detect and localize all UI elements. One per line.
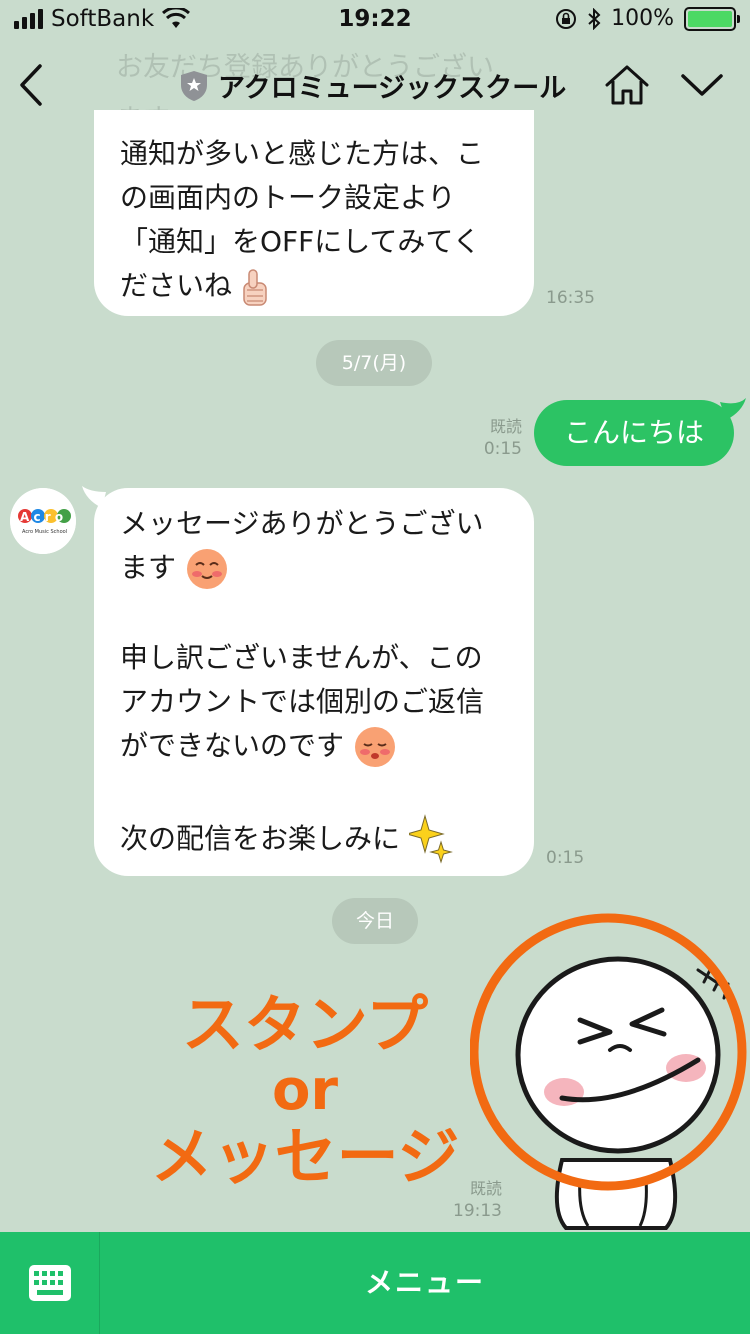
- status-right: 100%: [555, 6, 740, 31]
- blush-face-icon: [186, 549, 227, 589]
- message-line: の画面内のトーク設定より: [120, 181, 456, 214]
- chevron-down-icon[interactable]: [680, 72, 724, 98]
- message-line: ます: [120, 551, 177, 584]
- battery-percent: 100%: [611, 6, 674, 31]
- keyboard-icon: [29, 1265, 71, 1301]
- back-icon[interactable]: [16, 62, 46, 108]
- date-separator: 5/7(月): [316, 340, 432, 386]
- svg-text:A c r o: A c r o: [20, 510, 63, 524]
- sticker-message[interactable]: [470, 910, 750, 1230]
- header-title-group[interactable]: アクロミュージックスクール: [180, 66, 566, 105]
- incoming-message-auto-reply[interactable]: メッセージありがとうござい ます 申し訳ございませんが、この アカウントでは個別…: [94, 488, 534, 876]
- bluetooth-icon: [588, 7, 601, 30]
- annotation-line: or: [271, 1058, 339, 1123]
- message-text: こんにちは: [563, 416, 704, 449]
- message-line-with-emoji: ださいね: [120, 264, 508, 308]
- annotation-text: スタンプ or メッセージ: [150, 990, 460, 1192]
- message-line: 「通知」をOFFにしてみてく: [120, 225, 481, 258]
- message-line: ができないのです: [120, 729, 345, 762]
- message-line: 通知が多いと感じた方は、こ: [120, 137, 485, 170]
- message-line: 申し訳ございませんが、この: [120, 641, 483, 674]
- date-separator: 今日: [332, 898, 418, 944]
- message-line: ださいね: [120, 269, 233, 302]
- page-title: アクロミュージックスクール: [218, 73, 567, 104]
- read-label: 既読: [489, 417, 522, 436]
- svg-text:Acro Music School: Acro Music School: [22, 529, 67, 535]
- message-time: 16:35: [546, 288, 595, 308]
- bottom-menu-bar: メニュー: [0, 1232, 750, 1334]
- message-line: メッセージありがとうござい: [120, 507, 484, 540]
- shield-icon: [181, 70, 207, 101]
- home-icon[interactable]: [604, 64, 650, 106]
- message-time: 0:15: [546, 848, 585, 868]
- sparkles-icon: [408, 814, 453, 864]
- message-line-with-emoji: 次の配信をお楽しみに: [120, 814, 508, 866]
- menu-button[interactable]: メニュー: [100, 1232, 750, 1334]
- read-receipt: 既読 0:15: [470, 416, 522, 460]
- status-bar: SoftBank 19:22 100%: [0, 0, 750, 40]
- annotation-line: メッセージ: [150, 1120, 460, 1193]
- acro-logo: A c r o Acro Music School: [10, 488, 76, 554]
- battery-icon: [684, 6, 740, 31]
- bubble-tail: [720, 398, 746, 420]
- thumbs-up-icon: [243, 269, 267, 306]
- message-line-with-emoji: ができないのです: [120, 724, 508, 774]
- message-time: 0:15: [483, 439, 522, 459]
- outgoing-message[interactable]: こんにちは: [534, 400, 734, 466]
- sad-face-icon: [354, 727, 395, 767]
- avatar[interactable]: A c r o Acro Music School: [10, 488, 76, 554]
- keyboard-button[interactable]: [0, 1232, 100, 1334]
- message-line-with-emoji: ます: [120, 546, 508, 596]
- message-line: 次の配信をお楽しみに: [120, 822, 401, 855]
- annotation-line: スタンプ: [181, 988, 429, 1061]
- rotation-lock-icon: [556, 8, 577, 29]
- message-line: アカウントでは個別のご返信: [120, 685, 485, 718]
- incoming-message-notification[interactable]: 通知が多いと感じた方は、こ の画面内のトーク設定より 「通知」をOFFにしてみて…: [94, 110, 534, 316]
